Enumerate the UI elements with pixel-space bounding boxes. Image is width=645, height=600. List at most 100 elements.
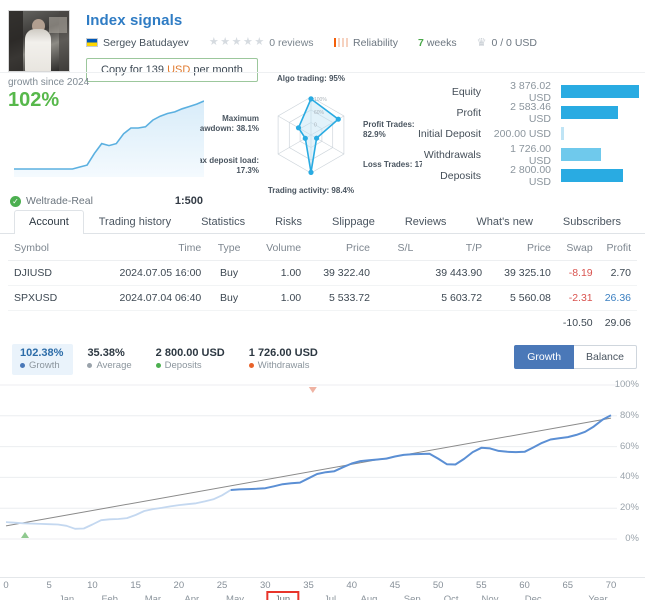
x-axis-months: Jan Feb Mar Apr May Jun Jul Aug Sep Oct Nov Dec Year: [0, 591, 645, 600]
growth-chart: 0% 20% 40% 60% 80% 100%: [0, 377, 645, 577]
svg-text:0: 0: [314, 122, 317, 128]
col-price-current[interactable]: Price: [488, 234, 557, 261]
bar-row: Profit 2 583.46 USD: [417, 100, 639, 125]
stat-value: 1 726.00 USD: [248, 346, 318, 359]
y-tick-label: 0%: [625, 533, 639, 544]
stat-label: Deposits: [164, 359, 202, 371]
tab-whats-new[interactable]: What's new: [461, 210, 548, 234]
bar-value: 2 583.46 USD: [510, 100, 551, 125]
toggle-growth[interactable]: Growth: [514, 345, 575, 369]
col-type[interactable]: Type: [207, 234, 251, 261]
toggle-balance[interactable]: Balance: [574, 345, 637, 369]
chart-mode-toggle: Growth Balance: [514, 345, 637, 369]
tab-statistics[interactable]: Statistics: [186, 210, 260, 234]
cell-symbol: SPXUSD: [8, 285, 95, 311]
stat-average[interactable]: 35.38% Average: [79, 344, 141, 375]
stat-label: Withdrawals: [257, 359, 310, 371]
x-tick-label: 35: [303, 580, 314, 591]
account-bars: Equity 3 876.02 USD Profit 2 583.46 USD …: [417, 80, 639, 188]
x-tick-label: 10: [87, 580, 98, 591]
legend-dot-icon: [20, 363, 25, 368]
trophy-block: ♛ 0 / 0 USD: [476, 36, 537, 50]
tab-account[interactable]: Account: [14, 210, 84, 234]
author-block[interactable]: Sergey Batudayev: [86, 37, 189, 49]
stat-label-wrap: Growth: [20, 360, 63, 372]
growth-since-label: growth since 2024: [8, 77, 90, 88]
cell-price: 39 322.40: [307, 260, 376, 286]
y-tick-label: 80%: [619, 409, 639, 421]
stat-growth[interactable]: 102.38% Growth: [12, 343, 74, 375]
page-header: Index signals Sergey Batudayev ★ ★ ★ ★ ★…: [0, 0, 645, 82]
svg-text:drawdown: 38.1%: drawdown: 38.1%: [200, 124, 259, 133]
broker-name: Weltrade-Real: [26, 195, 93, 207]
table-row[interactable]: DJIUSD 2024.07.05 16:00 Buy 1.00 39 322.…: [8, 260, 637, 286]
legend-dot-icon: [155, 363, 161, 368]
bar-label: Deposits: [440, 169, 481, 182]
signal-page: Index signals Sergey Batudayev ★ ★ ★ ★ ★…: [0, 0, 645, 600]
month-label: Mar: [144, 594, 162, 600]
radar-svg: 100% 60% 0 Algo trading: 95% Profit Trades:…: [191, 74, 437, 195]
cell-volume: 1.00: [250, 285, 308, 311]
col-volume[interactable]: Volume: [250, 234, 308, 261]
bar-row: Withdrawals 1 726.00 USD: [417, 143, 639, 167]
col-swap[interactable]: Swap: [556, 234, 599, 261]
table-row[interactable]: SPXUSD 2024.07.04 06:40 Buy 1.00 5 533.7…: [8, 285, 637, 311]
stat-withdrawals[interactable]: 1 726.00 USD Withdrawals: [241, 344, 328, 375]
x-tick-label: 5: [46, 580, 52, 591]
month-label: Feb: [101, 594, 118, 600]
col-sl[interactable]: S/L: [375, 234, 420, 261]
x-axis-ticks: 0 5 10 15 20 25 30 35 40 45 50 55 60 65 70: [0, 577, 645, 591]
legend-dot-icon: [248, 363, 254, 368]
stat-deposits[interactable]: 2 800.00 USD Deposits: [148, 344, 235, 375]
summary-panel: growth since 2024 102% ✓ Weltrade-Real 1…: [0, 72, 645, 207]
col-symbol[interactable]: Symbol: [8, 234, 95, 261]
cell-time: 2024.07.05 16:00: [94, 260, 208, 286]
tab-slippage[interactable]: Slippage: [317, 210, 390, 234]
tab-trading-history[interactable]: Trading history: [84, 210, 186, 234]
col-time[interactable]: Time: [94, 234, 208, 261]
total-swap: -10.50: [562, 317, 593, 329]
col-price[interactable]: Price: [307, 234, 376, 261]
stat-label-wrap: Average: [87, 359, 132, 372]
svg-text:Max deposit load:: Max deposit load:: [200, 156, 259, 165]
col-profit[interactable]: Profit: [598, 234, 637, 261]
month-label-highlighted[interactable]: Jun: [265, 591, 300, 600]
y-axis-ticks: 0% 20% 40% 60% 80% 100%: [607, 377, 641, 547]
tab-reviews[interactable]: Reviews: [390, 210, 462, 234]
month-label: Dec: [524, 594, 542, 600]
table-header-row: Symbol Time Type Volume Price S/L T/P Pr…: [8, 234, 637, 261]
y-tick-label: 20%: [619, 502, 639, 514]
month-label: Jan: [58, 594, 75, 600]
x-tick-label: 15: [130, 580, 141, 591]
growth-sparkline: [14, 100, 204, 177]
month-label: Oct: [443, 594, 459, 600]
x-tick-label: 60: [519, 580, 530, 591]
star-icon: ★: [242, 36, 253, 48]
y-tick-label: 60%: [619, 440, 639, 452]
trophy-icon: ♛: [476, 37, 487, 49]
y-tick-label: 40%: [619, 471, 639, 483]
stat-label: Average: [96, 359, 132, 371]
col-tp[interactable]: T/P: [419, 234, 489, 261]
chart-stats-strip: 102.38% Growth 35.38% Average 2 800.00 U…: [0, 343, 645, 375]
month-label: Nov: [481, 594, 499, 600]
tab-subscribers[interactable]: Subscribers: [548, 210, 636, 234]
svg-text:17.3%: 17.3%: [236, 166, 259, 175]
svg-text:Trading activity: 98.4%: Trading activity: 98.4%: [268, 186, 354, 195]
bar-row: Deposits 2 800.00 USD: [417, 164, 639, 188]
bar-label: Profit: [456, 106, 481, 119]
x-tick-label: 70: [605, 580, 617, 591]
stat-value: 2 800.00 USD: [155, 346, 225, 359]
cell-tp: 39 443.90: [419, 260, 489, 286]
cell-profit: 26.36: [598, 285, 637, 311]
open-positions-table: Symbol Time Type Volume Price S/L T/P Pr…: [0, 234, 645, 335]
reviews-count: 0 reviews: [269, 36, 314, 49]
cell-type: Buy: [207, 285, 251, 311]
month-label: Apr: [184, 594, 200, 600]
cell-sl: [375, 260, 420, 286]
bar-fill: [561, 106, 618, 119]
tab-risks[interactable]: Risks: [260, 210, 317, 234]
cell-symbol: DJIUSD: [8, 260, 95, 286]
svg-text:Profit Trades:: Profit Trades:: [363, 120, 415, 129]
avatar: [8, 10, 70, 72]
